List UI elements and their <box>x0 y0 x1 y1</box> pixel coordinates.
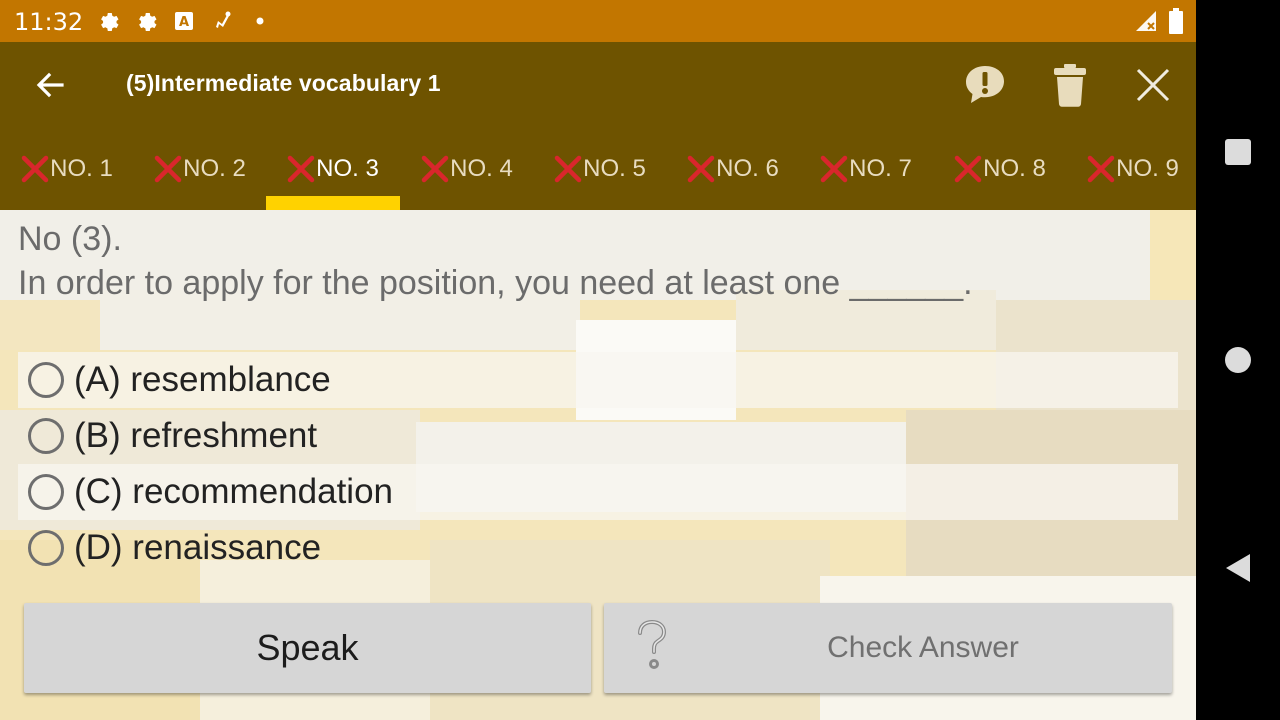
back-button[interactable] <box>22 62 78 108</box>
wrong-x-icon <box>554 155 582 183</box>
settings-icon <box>134 9 158 33</box>
delete-button[interactable] <box>1045 60 1095 110</box>
app-bar: (5)Intermediate vocabulary 1 <box>0 42 1196 128</box>
tab-label: NO. 3 <box>316 155 379 182</box>
sync-icon <box>210 9 234 33</box>
wrong-x-icon <box>287 155 315 183</box>
app-screen: 11:32 A (5)Intermediate vocabulary 1 NO.… <box>0 0 1196 720</box>
wrong-x-icon <box>687 155 715 183</box>
close-icon <box>1136 68 1170 102</box>
arrow-left-icon <box>36 72 64 98</box>
option-d[interactable]: (D) renaissance <box>18 520 1178 576</box>
page-title: (5)Intermediate vocabulary 1 <box>126 70 441 96</box>
tab-label: NO. 6 <box>716 155 779 182</box>
circle-icon <box>1225 347 1251 373</box>
wrong-x-icon <box>154 155 182 183</box>
check-answer-label: Check Answer <box>827 631 1019 664</box>
status-bar: 11:32 A <box>0 0 1196 42</box>
tab-label: NO. 8 <box>983 155 1046 182</box>
wrong-x-icon <box>421 155 449 183</box>
speak-button-label: Speak <box>256 627 359 668</box>
tab-label: NO. 7 <box>849 155 912 182</box>
option-label: (C) recommendation <box>74 472 393 511</box>
option-c[interactable]: (C) recommendation <box>18 464 1178 520</box>
tab-no-8[interactable]: NO. 8 <box>933 128 1066 210</box>
wrong-x-icon <box>21 155 49 183</box>
keyboard-a-icon: A <box>172 9 196 33</box>
option-label: (A) resemblance <box>74 360 331 399</box>
tab-label: NO. 1 <box>50 155 113 182</box>
system-icons <box>1134 8 1184 39</box>
battery-icon <box>1168 8 1184 39</box>
close-button[interactable] <box>1128 60 1178 110</box>
check-answer-button[interactable]: Check Answer <box>604 603 1172 693</box>
tab-label: NO. 4 <box>450 155 513 182</box>
tab-no-1[interactable]: NO. 1 <box>0 128 133 210</box>
tab-no-2[interactable]: NO. 2 <box>133 128 266 210</box>
trash-icon <box>1054 64 1086 107</box>
tab-no-7[interactable]: NO. 7 <box>799 128 932 210</box>
speak-button[interactable]: Speak <box>24 603 591 693</box>
signal-icon <box>1134 9 1158 38</box>
tab-no-9[interactable]: NO. 9 <box>1066 128 1196 210</box>
tab-label: NO. 2 <box>183 155 246 182</box>
home-button[interactable] <box>1218 340 1258 380</box>
tab-label: NO. 5 <box>583 155 646 182</box>
report-icon <box>966 66 1004 103</box>
triangle-back-icon <box>1226 554 1250 582</box>
background-pattern <box>0 300 100 350</box>
tab-no-4[interactable]: NO. 4 <box>400 128 533 210</box>
question-content: No (3). In order to apply for the positi… <box>0 210 1196 720</box>
question-number: No (3). <box>18 220 122 258</box>
wrong-x-icon <box>1087 155 1115 183</box>
wrong-x-icon <box>954 155 982 183</box>
radio-button[interactable] <box>28 474 64 510</box>
dot-icon <box>248 9 272 33</box>
radio-button[interactable] <box>28 530 64 566</box>
square-icon <box>1225 139 1251 165</box>
option-label: (D) renaissance <box>74 528 322 567</box>
report-button[interactable] <box>960 60 1010 110</box>
active-tab-indicator <box>266 196 400 210</box>
radio-button[interactable] <box>28 362 64 398</box>
wrong-x-icon <box>820 155 848 183</box>
notification-icons: A <box>96 9 272 33</box>
question-text: In order to apply for the position, you … <box>18 264 973 302</box>
tab-no-5[interactable]: NO. 5 <box>533 128 666 210</box>
option-label: (B) refreshment <box>74 416 318 455</box>
settings-icon <box>96 9 120 33</box>
question-tab-bar: NO. 1 NO. 2 NO. 3 NO. 4 NO. 5 NO. 6 NO. … <box>0 128 1196 210</box>
back-nav-button[interactable] <box>1218 548 1258 588</box>
option-b[interactable]: (B) refreshment <box>18 408 1178 464</box>
tab-no-6[interactable]: NO. 6 <box>666 128 799 210</box>
option-a[interactable]: (A) resemblance <box>18 352 1178 408</box>
svg-text:A: A <box>179 15 189 30</box>
radio-button[interactable] <box>28 418 64 454</box>
tab-label: NO. 9 <box>1116 155 1179 182</box>
navigation-bar <box>1196 0 1280 720</box>
status-time: 11:32 <box>14 8 84 36</box>
recents-button[interactable] <box>1218 132 1258 172</box>
